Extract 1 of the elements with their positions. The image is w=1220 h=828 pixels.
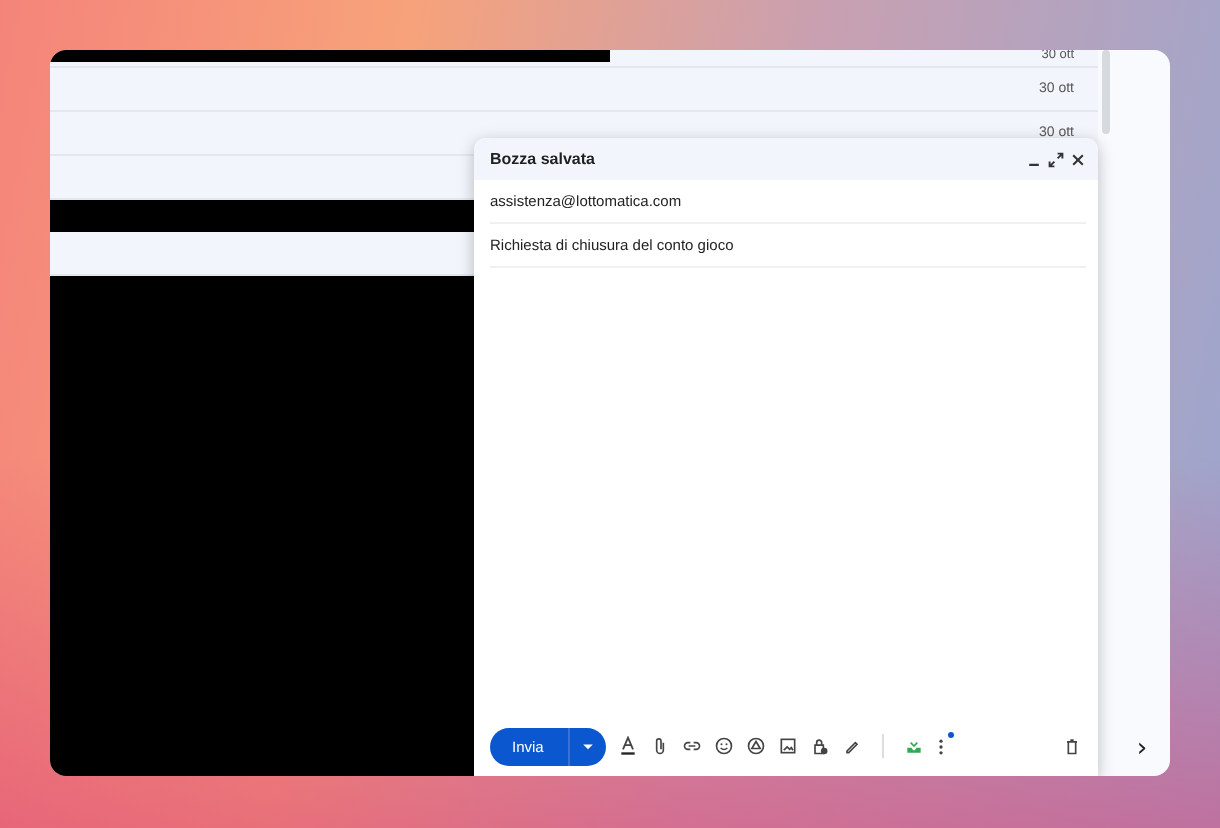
compose-title: Bozza salvata: [490, 150, 595, 168]
